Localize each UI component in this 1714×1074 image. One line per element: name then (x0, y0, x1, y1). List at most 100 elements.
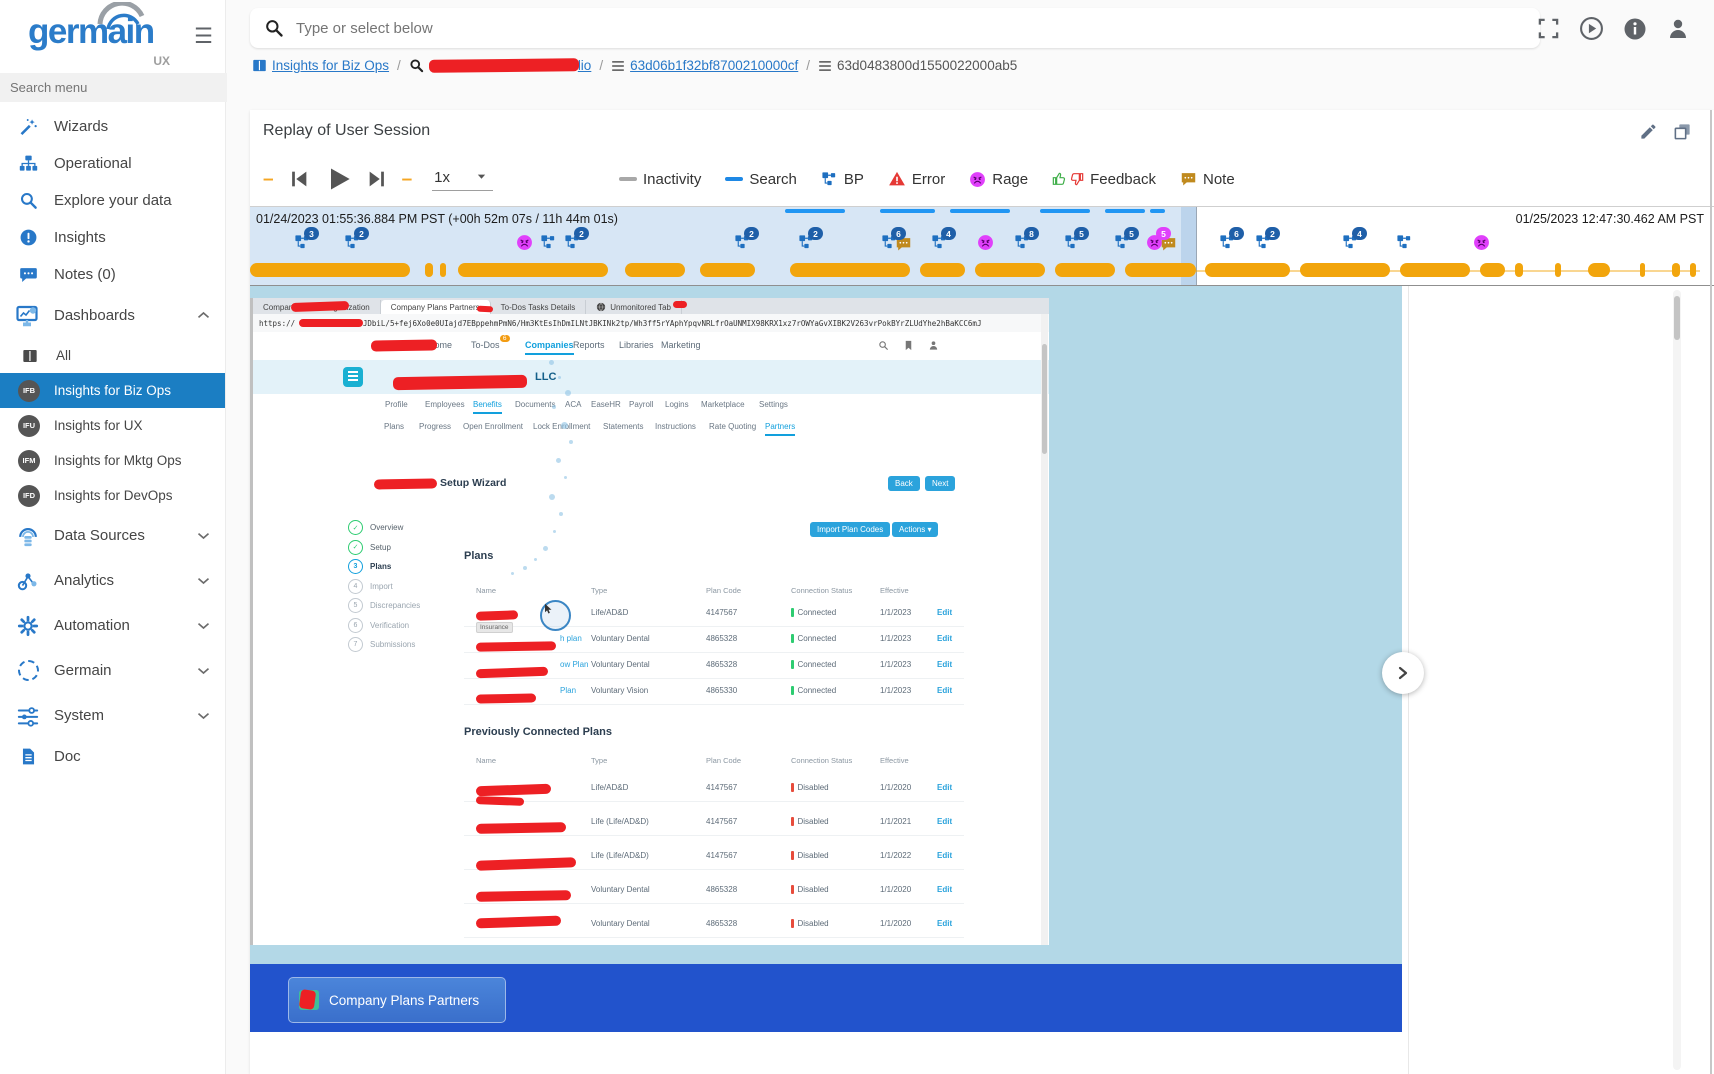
events-scrollbar[interactable] (1673, 290, 1681, 1070)
rage-marker[interactable] (516, 234, 534, 252)
person-icon[interactable] (1666, 17, 1690, 41)
legend-rage[interactable]: Rage (969, 171, 1028, 188)
skip-start-button[interactable] (288, 168, 310, 190)
hamburger-menu-icon[interactable]: ☰ (194, 24, 213, 49)
legend-error[interactable]: Error (888, 170, 945, 188)
bp-marker[interactable]: 6 (1219, 234, 1237, 252)
topbar-icons (1537, 16, 1690, 41)
bp-marker[interactable]: 2 (798, 234, 816, 252)
legend-note[interactable]: Note (1180, 171, 1235, 188)
legend-label: Search (749, 171, 797, 188)
fullscreen-icon[interactable] (1537, 17, 1560, 40)
sidebar-item-insights-for-ux[interactable]: IFUInsights for UX (0, 408, 225, 443)
legend-bp[interactable]: BP (821, 171, 864, 188)
global-search-input[interactable] (294, 19, 1526, 38)
legend-search[interactable]: Search (725, 171, 797, 188)
activity-bar (1672, 263, 1680, 277)
bp-marker[interactable]: 4 (1342, 234, 1360, 252)
bp-marker[interactable] (540, 234, 558, 252)
sidebar-item-germain[interactable]: Germain (0, 648, 225, 693)
replayed-browser-page: Company Profile OrganizationCompany Plan… (250, 298, 1049, 945)
sidebar-menu: Wizards Operational Explore your data Insig… (0, 108, 225, 775)
replay-header: Replay of User Session (250, 110, 1714, 154)
edit-link: Edit (937, 783, 952, 792)
rage-marker[interactable] (1473, 234, 1491, 252)
columns-icon (252, 58, 267, 73)
breadcrumb-item[interactable]: 63d06b1f32bf8700210000cf (611, 58, 798, 73)
table-column-header: Name (476, 586, 496, 595)
search-icon (409, 58, 424, 73)
breadcrumb-item[interactable]: Insights for Biz Ops (252, 58, 389, 73)
plan-code: 4865328 (706, 660, 737, 669)
sidebar-item-insights-for-devops[interactable]: IFDInsights for DevOps (0, 478, 225, 513)
replay-viewport[interactable]: Company Profile OrganizationCompany Plan… (250, 286, 1402, 1032)
legend-inactivity[interactable]: Inactivity (619, 171, 701, 188)
search-marker (1105, 209, 1145, 213)
sidebar-item-wizards[interactable]: Wizards (0, 108, 225, 145)
breadcrumb-item[interactable]: lio (409, 58, 592, 73)
play-circle-icon[interactable] (1579, 16, 1604, 41)
playback-speed-select[interactable]: 1x (432, 167, 493, 191)
sidebar-item-explore-your-data[interactable]: Explore your data (0, 182, 225, 219)
bp-marker[interactable]: 8 (1014, 234, 1032, 252)
legend-label: Inactivity (643, 171, 701, 188)
bp-marker[interactable]: 2 (564, 234, 582, 252)
bp-marker[interactable]: 2 (734, 234, 752, 252)
sidebar-item-label: Germain (54, 662, 112, 679)
legend-label: Error (912, 171, 945, 188)
bp-marker[interactable]: 2 (1255, 234, 1273, 252)
browser-scrollbar (1041, 314, 1048, 945)
breadcrumb-link[interactable]: Insights for Biz Ops (272, 58, 389, 73)
search-icon (16, 191, 40, 210)
info-icon[interactable] (1623, 17, 1647, 41)
breadcrumb-link[interactable]: 63d06b1f32bf8700210000cf (630, 58, 798, 73)
connection-status: Disabled (791, 817, 829, 826)
sidebar-item-insights-for-biz-ops[interactable]: IFBInsights for Biz Ops (0, 373, 225, 408)
effective-date: 1/1/2023 (880, 608, 911, 617)
inactivity-dash-icon (619, 177, 637, 181)
bp-marker[interactable]: 5 (1114, 234, 1132, 252)
sitemap-icon (16, 154, 40, 173)
global-search (250, 8, 1540, 48)
sidebar-item-automation[interactable]: Automation (0, 603, 225, 648)
zoom-out-button[interactable]: – (263, 170, 274, 189)
sidebar-search-input[interactable] (0, 73, 227, 102)
bp-marker[interactable]: 4 (931, 234, 949, 252)
sidebar-item-insights[interactable]: Insights (0, 219, 225, 256)
timeline-legend: Inactivity Search BP Error Rage Feedback Note (619, 170, 1235, 188)
session-timeline[interactable]: 01/24/2023 01:55:36.884 PM PST (+00h 52m… (250, 206, 1714, 286)
replay-tab-button[interactable]: Company Plans Partners (288, 977, 506, 1023)
bp-marker[interactable]: 3 (294, 234, 312, 252)
page-title: Replay of User Session (263, 122, 430, 140)
list-icon (611, 59, 625, 73)
sidebar-item-label: Wizards (54, 118, 108, 135)
sidebar-item-label: Explore your data (54, 192, 172, 209)
replay-toolbar: – – 1x Inactivity Search BP Error Rage Feedba… (263, 156, 1235, 202)
zoom-in-button[interactable]: – (402, 170, 413, 189)
collapse-panel-button[interactable] (1382, 652, 1424, 694)
bp-marker[interactable]: 2 (344, 234, 362, 252)
edit-icon[interactable] (1639, 122, 1658, 141)
rage-marker[interactable]: 5 (1146, 234, 1164, 252)
sidebar-item-analytics[interactable]: Analytics (0, 558, 225, 603)
sidebar-item-all[interactable]: All (0, 338, 225, 373)
bp-marker[interactable]: 5 (1064, 234, 1082, 252)
sidebar-item-label: Doc (54, 748, 81, 765)
play-button[interactable] (324, 165, 352, 193)
sidebar-item-doc[interactable]: Doc (0, 738, 225, 775)
import-plan-codes-button: Import Plan Codes (810, 522, 890, 537)
sidebar-item-system[interactable]: System (0, 693, 225, 738)
sidebar-item-label: Automation (54, 617, 130, 634)
replay-panel: Replay of User Session – – 1x Inactivity… (250, 110, 1714, 1074)
rage-marker[interactable] (977, 234, 995, 252)
legend-feedback[interactable]: Feedback (1052, 171, 1156, 188)
bp-marker[interactable]: 6 (881, 234, 899, 252)
sidebar-item-operational[interactable]: Operational (0, 145, 225, 182)
sidebar-item-data-sources[interactable]: Data Sources (0, 513, 225, 558)
sidebar-item-notes-0-[interactable]: Notes (0) (0, 256, 225, 293)
sidebar-item-insights-for-mktg-ops[interactable]: IFMInsights for Mktg Ops (0, 443, 225, 478)
sidebar-item-dashboards[interactable]: Dashboards (0, 293, 225, 338)
restore-window-icon[interactable] (1673, 122, 1692, 141)
skip-end-button[interactable] (366, 168, 388, 190)
bp-marker[interactable] (1396, 234, 1414, 252)
